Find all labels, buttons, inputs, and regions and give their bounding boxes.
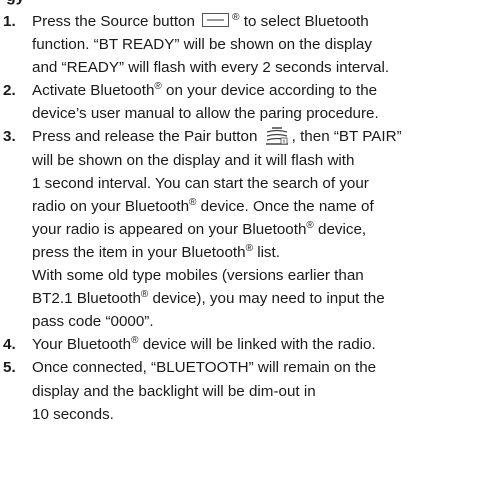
text-segment: to select Bluetooth (239, 13, 369, 30)
step-text-line: pass code “0000”. (32, 310, 490, 333)
instruction-step: 4. Your Bluetooth® device will be linked … (0, 333, 490, 356)
text-segment: Your Bluetooth (32, 336, 132, 354)
text-segment: on your device according to the (161, 82, 378, 100)
step-text-line: radio on your Bluetooth® device. Once th… (32, 195, 490, 218)
registered-mark: ® (154, 81, 162, 93)
step-text-line: display and the backlight will be dim-ou… (32, 380, 490, 403)
instruction-step: 3. Press and release the Pair button , th… (0, 125, 490, 333)
text-segment: , then “BT PAIR” (291, 128, 402, 146)
step-text-line: and “READY” will flash with every 2 seco… (32, 56, 490, 79)
step-number: 2. (3, 82, 16, 100)
text-segment: your radio is appeared on your Bluetooth (32, 220, 307, 238)
section-heading-partial: gy (6, 0, 25, 5)
step-text-line: 10 seconds. (32, 403, 490, 426)
step-text-line: Press the Source button ® to select Blue… (32, 10, 490, 33)
text-segment: device’s user manual to allow the paring… (32, 105, 379, 123)
instruction-step: 5. Once connected, “BLUETOOTH” will remai… (0, 356, 490, 425)
text-segment: list. (252, 243, 280, 261)
text-segment: device. Once the name of (196, 197, 374, 215)
step-number: 1. (3, 13, 16, 30)
text-segment: Activate Bluetooth (32, 82, 155, 100)
text-segment: Press and release the Pair button (32, 128, 262, 146)
step-text-line: Press and release the Pair button , then… (32, 125, 490, 148)
instruction-step: 2. Activate Bluetooth® on your device acc… (0, 79, 490, 125)
text-segment: press the item in your Bluetooth (32, 243, 246, 261)
text-segment: pass code “0000”. (32, 313, 154, 331)
text-segment: display and the backlight will be dim-ou… (32, 382, 316, 400)
text-segment: radio on your Bluetooth (32, 197, 190, 215)
text-segment: device), you may need to input the (148, 290, 385, 308)
text-segment: 1 second interval. You can start the sea… (32, 174, 369, 192)
text-segment: Once connected, “BLUETOOTH” will remain … (32, 359, 377, 377)
step-number: 4. (3, 336, 16, 354)
step-text-line: function. “BT READY” will be shown on th… (32, 33, 490, 56)
text-segment: Press the Source button (32, 13, 200, 30)
text-segment: 10 seconds. (32, 405, 114, 423)
instruction-step: 1. Press the Source button ® to select Bl… (0, 10, 490, 79)
instruction-steps-list: 1. Press the Source button ® to select Bl… (0, 10, 490, 426)
text-segment: function. “BT READY” will be shown on th… (32, 36, 372, 54)
text-segment: device will be linked with the radio. (138, 336, 376, 354)
step-text-line: BT2.1 Bluetooth® device), you may need t… (32, 287, 490, 310)
step-text-line: Activate Bluetooth® on your device accor… (32, 79, 490, 102)
step-text-line: device’s user manual to allow the paring… (32, 102, 490, 125)
text-segment: BT2.1 Bluetooth (32, 290, 141, 308)
text-segment: device, (313, 220, 367, 238)
registered-mark: ® (306, 219, 314, 231)
text-segment: will be shown on the display and it will… (32, 151, 355, 169)
step-text-line: press the item in your Bluetooth® list. (32, 241, 490, 264)
text-segment: With some old type mobiles (versions ear… (32, 267, 364, 285)
step-text-line: 1 second interval. You can start the sea… (32, 172, 490, 195)
registered-mark: ® (245, 242, 253, 254)
step-number: 5. (3, 359, 16, 377)
step-text-line: your radio is appeared on your Bluetooth… (32, 218, 490, 241)
step-text-line: With some old type mobiles (versions ear… (32, 264, 490, 287)
step-text-line: will be shown on the display and it will… (32, 149, 490, 172)
step-text-line: Your Bluetooth® device will be linked wi… (32, 333, 490, 356)
step-text-line: Once connected, “BLUETOOTH” will remain … (32, 356, 490, 379)
text-segment: and “READY” will flash with every 2 seco… (32, 59, 390, 77)
pair-button-icon (265, 127, 288, 146)
registered-mark: ® (232, 12, 240, 23)
source-button-icon (202, 13, 230, 27)
step-number: 3. (3, 128, 16, 146)
